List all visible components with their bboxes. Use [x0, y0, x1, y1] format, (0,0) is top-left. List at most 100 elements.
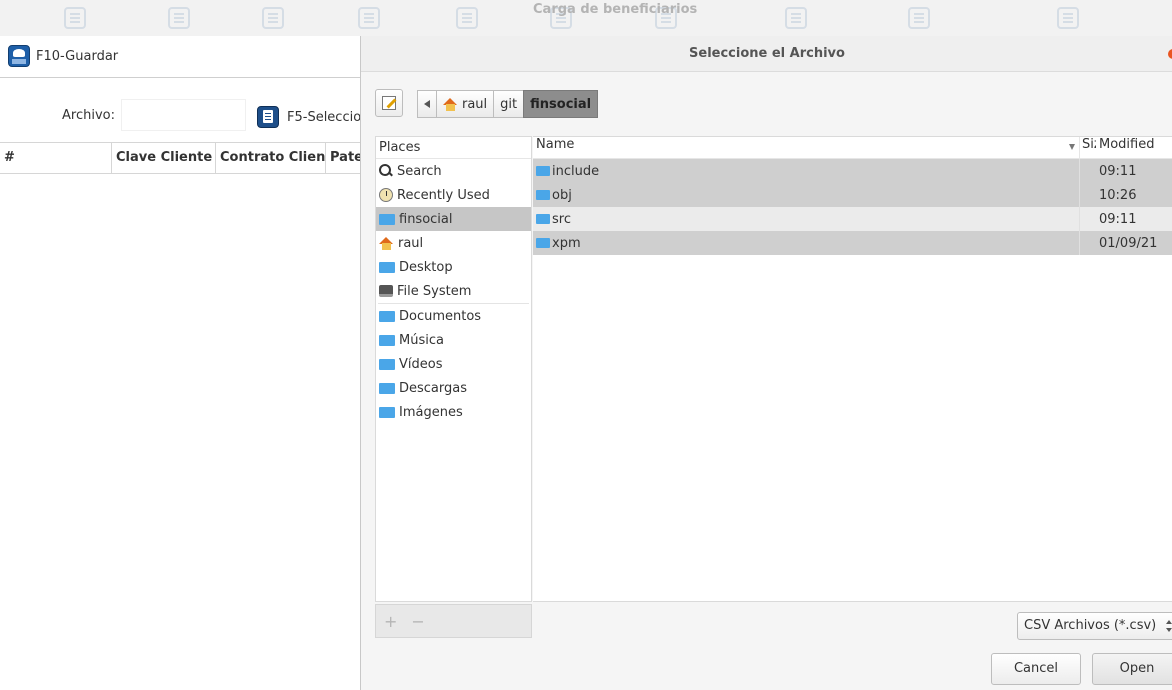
- refresh-icon[interactable]: [64, 7, 86, 29]
- place-documentos[interactable]: Documentos: [376, 304, 531, 328]
- column-name[interactable]: Name: [533, 137, 1079, 158]
- home-icon: [443, 97, 458, 111]
- video-folder-icon: [379, 358, 395, 370]
- divider: [0, 77, 360, 78]
- left-arrow-icon: [424, 100, 430, 108]
- grid-header: # Clave Cliente Contrato Clien Pate: [0, 142, 360, 174]
- app-toolbar: Carga de beneficiarios: [0, 0, 1172, 36]
- path-item-finsocial[interactable]: finsocial: [523, 90, 599, 118]
- open-button[interactable]: Open: [1092, 653, 1172, 685]
- select-file-label: F5-Seleccionar: [287, 109, 360, 125]
- grid-col-clave-cliente[interactable]: Clave Cliente: [112, 143, 216, 173]
- place-label: Descargas: [399, 380, 468, 396]
- file-name: obj: [552, 187, 572, 203]
- file-size: [1079, 207, 1096, 231]
- places-sidebar: Places Search Recently Used finsocial ra…: [375, 136, 532, 602]
- column-size[interactable]: Size: [1079, 137, 1096, 158]
- file-modified: 01/09/21: [1099, 235, 1158, 251]
- file-list-header: Name Size Modified: [533, 137, 1172, 159]
- file-size: [1079, 231, 1096, 255]
- place-musica[interactable]: Música: [376, 328, 531, 352]
- place-file-system[interactable]: File System: [376, 279, 531, 303]
- archivo-input[interactable]: [121, 99, 246, 131]
- path-back-button[interactable]: [417, 90, 437, 118]
- place-label: Vídeos: [399, 356, 443, 372]
- home-icon: [379, 236, 394, 250]
- type-location-button[interactable]: [375, 89, 403, 117]
- clock-icon: [379, 188, 393, 202]
- file-modified: 09:11: [1099, 211, 1137, 227]
- file-name: xpm: [552, 235, 581, 251]
- remove-bookmark-button[interactable]: −: [411, 612, 424, 631]
- save-button[interactable]: F10-Guardar: [8, 42, 118, 70]
- file-row-obj[interactable]: obj 10:26: [533, 183, 1172, 207]
- save-icon[interactable]: [456, 7, 478, 29]
- file-row-xpm[interactable]: xpm 01/09/21: [533, 231, 1172, 255]
- search-icon[interactable]: [168, 7, 190, 29]
- column-modified[interactable]: Modified: [1096, 137, 1172, 158]
- place-label: Imágenes: [399, 404, 463, 420]
- file-filter-select[interactable]: CSV Archivos (*.csv): [1017, 612, 1172, 640]
- document-icon[interactable]: [1057, 7, 1079, 29]
- search-icon: [379, 164, 393, 178]
- place-label: Search: [397, 163, 442, 179]
- column-name-label: Name: [536, 137, 575, 152]
- file-filter-label: CSV Archivos (*.csv): [1024, 618, 1157, 633]
- grid-col-contrato-cliente[interactable]: Contrato Clien: [216, 143, 326, 173]
- document-icon: [257, 106, 279, 128]
- path-item-raul[interactable]: raul: [436, 90, 495, 118]
- place-label: Documentos: [399, 308, 482, 324]
- place-desktop[interactable]: Desktop: [376, 255, 531, 279]
- save-icon: [8, 45, 30, 67]
- place-raul[interactable]: raul: [376, 231, 531, 255]
- place-descargas[interactable]: Descargas: [376, 376, 531, 400]
- window-title: Carga de beneficiarios: [533, 2, 698, 17]
- place-search[interactable]: Search: [376, 159, 531, 183]
- pencil-icon: [382, 96, 396, 110]
- select-file-button[interactable]: F5-Seleccionar: [257, 104, 360, 130]
- sort-descending-icon: [1069, 144, 1075, 150]
- file-size: [1079, 183, 1096, 207]
- path-bar: raul git finsocial: [417, 90, 599, 120]
- place-label: Música: [399, 332, 444, 348]
- document-icon[interactable]: [785, 7, 807, 29]
- updown-arrows-icon: [1166, 620, 1172, 632]
- document-icon[interactable]: [262, 7, 284, 29]
- place-videos[interactable]: Vídeos: [376, 352, 531, 376]
- grid-col-paterno[interactable]: Pate: [326, 143, 360, 173]
- folder-icon: [536, 166, 550, 176]
- file-name: src: [552, 211, 571, 227]
- places-footer: + −: [375, 604, 532, 638]
- folder-icon: [379, 213, 395, 225]
- file-row-src[interactable]: src 09:11: [533, 207, 1172, 231]
- dialog-title: Seleccione el Archivo: [361, 36, 1172, 72]
- places-header: Places: [376, 137, 531, 159]
- place-recently-used[interactable]: Recently Used: [376, 183, 531, 207]
- save-button-label: F10-Guardar: [36, 48, 119, 64]
- path-item-git[interactable]: git: [493, 90, 525, 118]
- folder-icon: [536, 190, 550, 200]
- close-icon[interactable]: [1168, 49, 1172, 59]
- document-icon[interactable]: [908, 7, 930, 29]
- download-folder-icon: [379, 382, 395, 394]
- place-label: finsocial: [399, 211, 453, 227]
- place-label: Desktop: [399, 259, 453, 275]
- archivo-label: Archivo:: [62, 108, 115, 123]
- add-bookmark-button[interactable]: +: [384, 612, 397, 631]
- document-icon[interactable]: [358, 7, 380, 29]
- place-imagenes[interactable]: Imágenes: [376, 400, 531, 424]
- place-label: Recently Used: [397, 187, 490, 203]
- file-size: [1079, 159, 1096, 183]
- file-name: include: [552, 163, 600, 179]
- file-chooser-dialog: Seleccione el Archivo raul git finsocial…: [360, 36, 1172, 690]
- drive-icon: [379, 285, 393, 297]
- grid-col-number[interactable]: #: [0, 143, 112, 173]
- file-list: Name Size Modified include 09:11 obj 10:…: [533, 136, 1172, 602]
- place-finsocial[interactable]: finsocial: [376, 207, 531, 231]
- file-row-include[interactable]: include 09:11: [533, 159, 1172, 183]
- cancel-button[interactable]: Cancel: [991, 653, 1081, 685]
- folder-icon: [379, 261, 395, 273]
- folder-icon: [536, 238, 550, 248]
- place-label: raul: [398, 235, 424, 251]
- file-modified: 10:26: [1099, 187, 1137, 203]
